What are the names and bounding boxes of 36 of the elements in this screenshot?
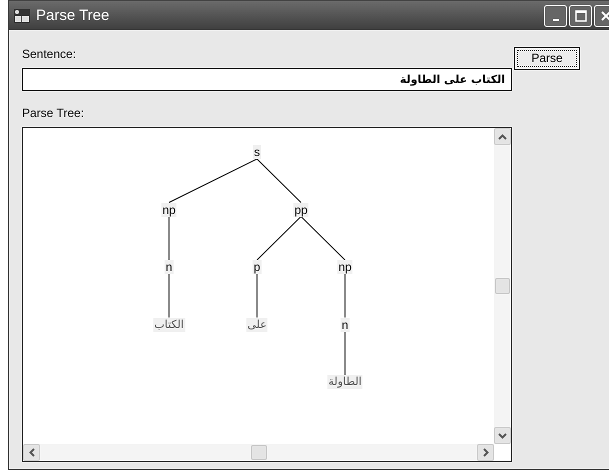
word-label: على [246, 318, 268, 332]
scroll-thumb[interactable] [250, 445, 266, 460]
tree-edge [256, 274, 258, 318]
parse-button[interactable]: Parse [514, 47, 580, 70]
word-label: الكتاب [153, 318, 185, 332]
maximize-button[interactable] [569, 4, 592, 26]
tree-node: n [340, 318, 350, 332]
sentence-label: Sentence: [22, 47, 78, 62]
tree-node: pp [293, 202, 309, 216]
tree-node: n [164, 260, 174, 274]
close-icon [600, 10, 609, 22]
parse-tree-label: Parse Tree: [22, 106, 86, 121]
tree-edge [300, 216, 346, 260]
tree-edge [344, 331, 346, 376]
scroll-thumb[interactable] [495, 278, 510, 294]
sentence-field[interactable]: الكتاب على الطاولة [22, 68, 512, 91]
tree-edge [256, 216, 302, 260]
tree-node: np [337, 260, 353, 274]
tree-node: p [252, 260, 262, 274]
scroll-up-button[interactable] [494, 128, 511, 145]
tree-node: s [253, 145, 261, 159]
word-label: الطاولة [327, 375, 363, 389]
window-title: Parse Tree [36, 7, 110, 24]
minimize-button[interactable] [544, 4, 567, 26]
minimize-icon [552, 19, 558, 21]
tree-edge [344, 274, 346, 318]
maximize-icon [574, 10, 586, 22]
scroll-down-button[interactable] [494, 427, 511, 444]
vertical-scrollbar[interactable] [494, 128, 511, 444]
tree-node: np [161, 202, 177, 216]
window-icon [14, 8, 30, 22]
horizontal-scrollbar[interactable] [23, 444, 494, 461]
scroll-right-button[interactable] [477, 444, 494, 461]
tree-edge [168, 274, 170, 318]
tree-edge [168, 216, 170, 260]
scroll-left-button[interactable] [23, 444, 40, 461]
